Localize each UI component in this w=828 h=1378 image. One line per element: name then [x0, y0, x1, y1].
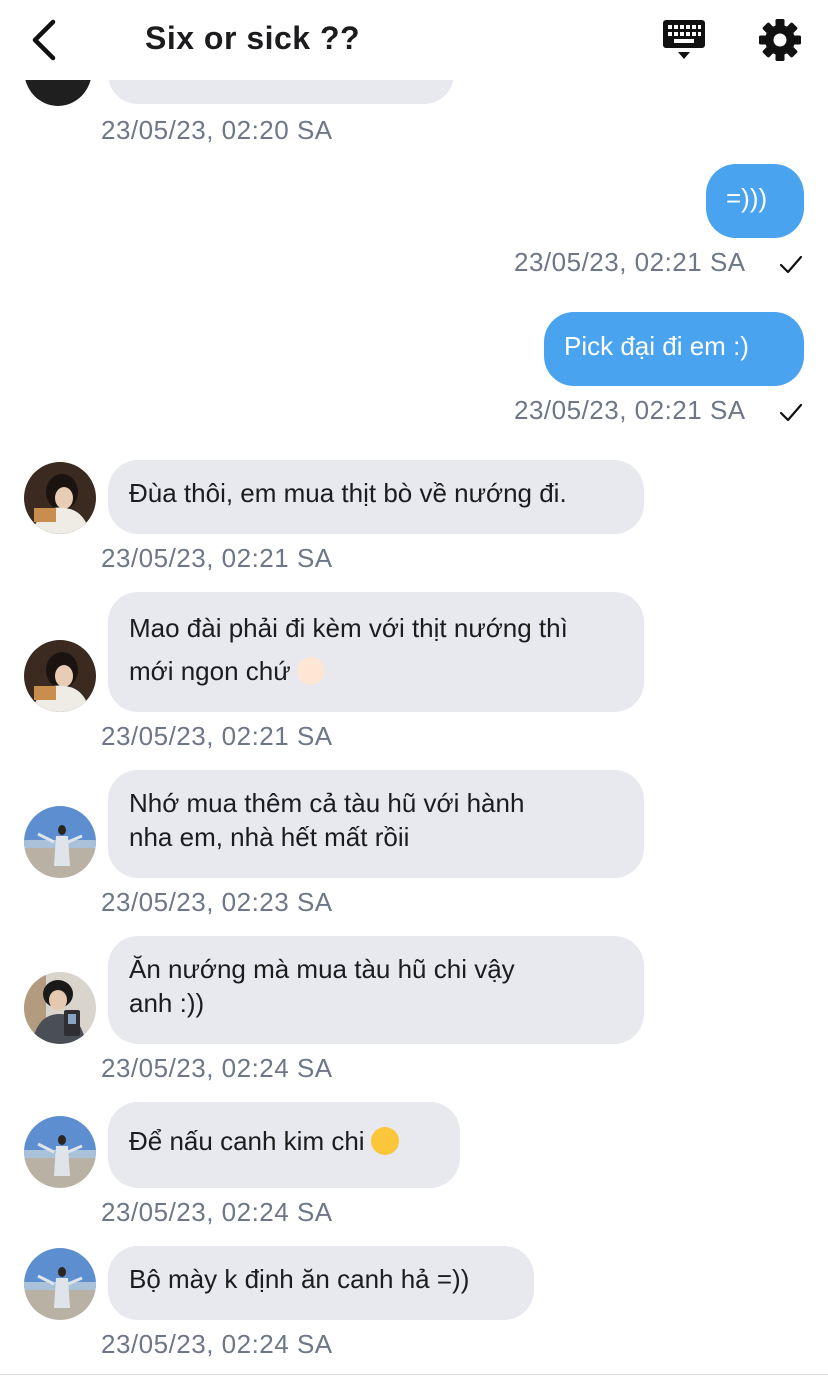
message-bubble-outgoing[interactable]: =)))	[706, 164, 804, 238]
message-bubble-incoming[interactable]: Nhớ mua thêm cả tàu hũ với hành nha em, …	[108, 770, 644, 878]
avatar[interactable]	[24, 640, 96, 712]
message-timestamp: 23/05/23, 02:21 SA	[101, 721, 333, 751]
message-bubble-incoming[interactable]: Đùa thôi, em mua thịt bò về nướng đi.	[108, 460, 644, 534]
chat-title: Six or sick ??	[145, 20, 361, 56]
ok-hand-emoji-icon	[296, 657, 325, 685]
message-timestamp: 23/05/23, 02:24 SA	[101, 1329, 333, 1359]
chevron-left-icon	[32, 19, 56, 61]
message-text: Để nấu canh kim chi	[129, 1126, 365, 1156]
message-bubble-incoming[interactable]: Bộ mày k định ăn canh hả =))	[108, 1246, 534, 1320]
message-bubble-incoming[interactable]: Mao đài phải đi kèm với thịt nướng thì m…	[108, 592, 644, 712]
message-timestamp: 23/05/23, 02:24 SA	[101, 1197, 333, 1227]
avatar[interactable]	[24, 806, 96, 878]
message-text-line: mới ngon chứ	[129, 656, 291, 686]
chat-header: Six or sick ??	[0, 0, 828, 80]
message-bubble-incoming[interactable]: Để nấu canh kim chi	[108, 1102, 460, 1188]
back-button[interactable]	[26, 18, 66, 62]
avatar[interactable]	[24, 972, 96, 1044]
kissing-face-emoji-icon	[370, 1127, 399, 1155]
avatar[interactable]	[24, 1116, 96, 1188]
message-timestamp: 23/05/23, 02:21 SA	[514, 395, 746, 425]
message-timestamp: 23/05/23, 02:23 SA	[101, 887, 333, 917]
checkmark-icon	[779, 255, 803, 274]
message-timestamp: 23/05/23, 02:20 SA	[101, 115, 333, 145]
gear-icon	[759, 19, 801, 61]
divider	[0, 1374, 828, 1375]
message-bubble-outgoing[interactable]: Pick đại đi em :)	[544, 312, 804, 386]
message-text-line: Mao đài phải đi kèm với thịt nướng thì	[129, 613, 568, 643]
message-timestamp: 23/05/23, 02:24 SA	[101, 1053, 333, 1083]
message-timestamp: 23/05/23, 02:21 SA	[101, 543, 333, 573]
avatar[interactable]	[24, 1248, 96, 1320]
checkmark-icon	[779, 403, 803, 422]
message-timestamp: 23/05/23, 02:21 SA	[514, 247, 746, 277]
settings-button[interactable]	[756, 16, 804, 64]
keyboard-icon	[663, 20, 705, 59]
avatar[interactable]	[24, 462, 96, 534]
keyboard-button[interactable]	[660, 18, 708, 62]
message-bubble-incoming[interactable]: Ăn nướng mà mua tàu hũ chi vậy anh :))	[108, 936, 644, 1044]
